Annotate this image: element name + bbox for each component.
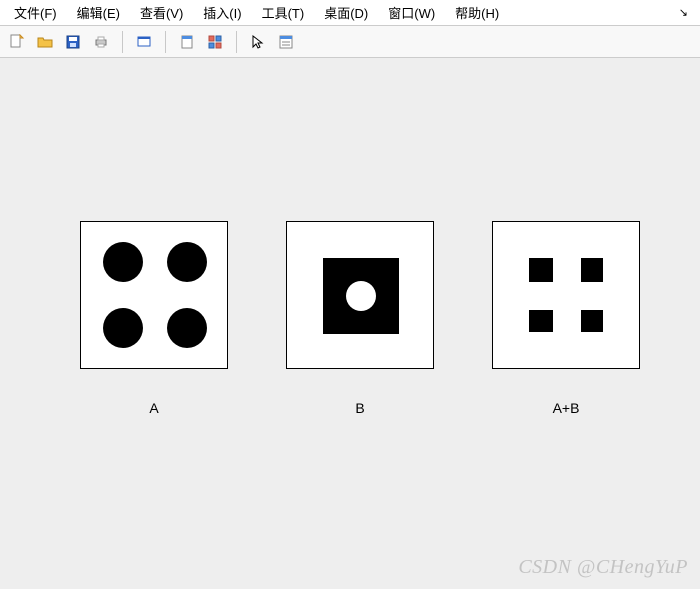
mask [529,282,605,310]
figure-b-caption: B [286,400,434,416]
print-button[interactable] [90,31,112,53]
toolbar-separator [165,31,166,53]
circle-icon [167,308,207,348]
figure-row: A B [80,221,640,416]
menu-tool[interactable]: 工具(T) [256,1,311,24]
circle-icon [103,242,143,282]
cursor-icon [250,34,266,50]
properties-button[interactable] [275,31,297,53]
layout-grid-icon [207,34,223,50]
figure-a-wrap: A [80,221,228,416]
menu-desktop[interactable]: 桌面(D) [318,1,374,24]
toolbar-separator [236,31,237,53]
pointer-tool-button[interactable] [247,31,269,53]
figure-a-caption: A [80,400,228,416]
figure-c [492,221,640,369]
watermark: CSDN @CHengYuP [518,556,688,579]
save-button[interactable] [62,31,84,53]
figure-a [80,221,228,369]
menu-window[interactable]: 窗口(W) [382,1,441,24]
menubar: 文件(F) 编辑(E) 查看(V) 插入(I) 工具(T) 桌面(D) 窗口(W… [0,0,700,26]
figure-c-caption: A+B [492,400,640,416]
figure-b [286,221,434,369]
menu-edit[interactable]: 编辑(E) [71,1,126,24]
circle-hole-icon [346,281,376,311]
save-icon [65,34,81,50]
layout-single-button[interactable] [176,31,198,53]
mask [493,332,639,368]
folder-open-icon [37,34,53,50]
workspace-canvas: A B [0,58,700,589]
toolbar-separator [122,31,123,53]
menu-overflow-icon[interactable]: ↘ [679,6,692,19]
preview-button[interactable] [133,31,155,53]
figure-b-wrap: B [286,221,434,416]
figure-c-clip [493,222,639,368]
figure-c-wrap: A+B [492,221,640,416]
menu-insert[interactable]: 插入(I) [197,1,247,24]
menu-view[interactable]: 查看(V) [134,1,189,24]
circle-icon [167,242,207,282]
layout-single-icon [179,34,195,50]
properties-icon [278,34,294,50]
toolbar [0,26,700,58]
new-file-button[interactable] [6,31,28,53]
layout-grid-button[interactable] [204,31,226,53]
circle-icon [103,308,143,348]
open-button[interactable] [34,31,56,53]
menu-file[interactable]: 文件(F) [8,1,63,24]
preview-icon [136,34,152,50]
print-icon [93,34,109,50]
menu-help[interactable]: 帮助(H) [449,1,505,24]
new-file-icon [9,34,25,50]
mask [493,222,639,258]
